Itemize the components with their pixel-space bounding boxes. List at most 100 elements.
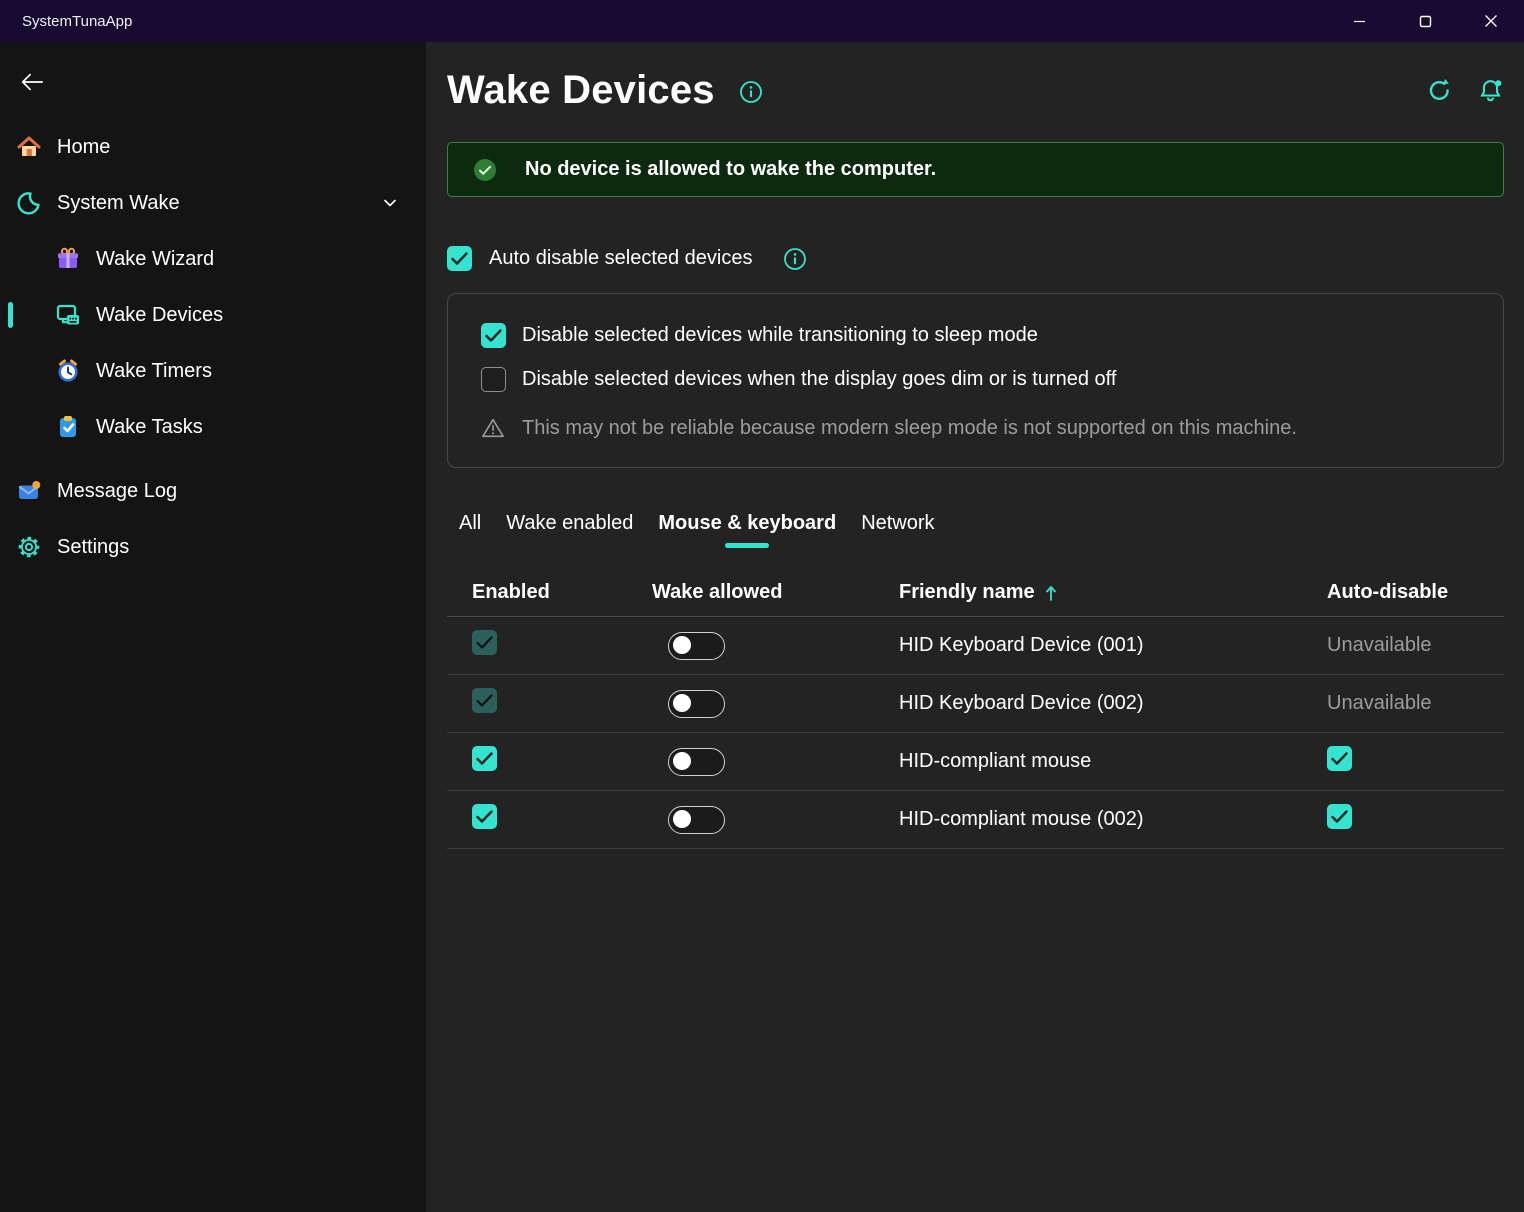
sidebar-item-wake-devices[interactable]: Wake Devices [4, 290, 422, 340]
table-row: HID Keyboard Device (002) Unavailable [447, 675, 1504, 733]
notifications-bell-icon[interactable] [1477, 77, 1504, 104]
page-info-icon[interactable] [739, 80, 763, 104]
sidebar-item-label: Home [57, 136, 110, 159]
option-label: Disable selected devices when the displa… [522, 368, 1116, 391]
device-name: HID-compliant mouse (002) [899, 808, 1327, 831]
table-row: HID Keyboard Device (001) Unavailable [447, 617, 1504, 675]
enabled-checkbox[interactable] [472, 688, 497, 713]
tab-wake-enabled[interactable]: Wake enabled [504, 508, 635, 551]
column-header-auto-disable[interactable]: Auto-disable [1327, 581, 1504, 604]
enabled-checkbox[interactable] [472, 804, 497, 829]
sidebar-item-label: Wake Tasks [96, 416, 203, 439]
sidebar-item-label: Settings [57, 536, 129, 559]
sort-ascending-icon [1043, 583, 1059, 603]
table-header: Enabled Wake allowed Friendly name Auto-… [447, 569, 1504, 617]
wake-allowed-toggle[interactable] [668, 806, 725, 834]
page-title: Wake Devices [447, 68, 715, 113]
auto-disable-checkbox[interactable] [1327, 746, 1352, 771]
table-row: HID-compliant mouse (002) [447, 791, 1504, 849]
page-header: Wake Devices [447, 62, 1504, 118]
warning-text: This may not be reliable because modern … [522, 417, 1297, 440]
auto-disable-checkbox[interactable] [447, 246, 472, 271]
gift-icon [55, 246, 81, 272]
device-name: HID Keyboard Device (002) [899, 692, 1327, 715]
alarm-clock-icon [55, 358, 81, 384]
close-icon [1484, 14, 1498, 28]
auto-disable-status: Unavailable [1327, 692, 1504, 715]
clipboard-check-icon [55, 414, 81, 440]
sidebar-item-home[interactable]: Home [4, 122, 422, 172]
sidebar-item-label: Wake Wizard [96, 248, 214, 271]
sidebar-item-wake-timers[interactable]: Wake Timers [4, 346, 422, 396]
mail-bell-icon [16, 478, 42, 504]
maximize-icon [1419, 15, 1432, 28]
tab-label: Mouse & keyboard [658, 512, 836, 534]
auto-disable-checkbox[interactable] [1327, 804, 1352, 829]
tab-label: All [459, 512, 481, 534]
sidebar-nav: Home System Wake [0, 122, 426, 572]
option-row-display-dim: Disable selected devices when the displa… [481, 367, 1470, 392]
status-banner: No device is allowed to wake the compute… [447, 142, 1504, 197]
window-controls [1326, 0, 1524, 42]
option-label: Disable selected devices while transitio… [522, 324, 1038, 347]
device-name: HID Keyboard Device (001) [899, 634, 1327, 657]
close-button[interactable] [1458, 0, 1524, 42]
option-row-sleep-mode: Disable selected devices while transitio… [481, 323, 1470, 348]
minimize-icon [1353, 15, 1366, 28]
auto-disable-status: Unavailable [1327, 634, 1504, 657]
header-actions [1426, 77, 1504, 104]
toggle-knob [673, 694, 691, 712]
wake-allowed-toggle[interactable] [668, 632, 725, 660]
column-header-friendly-name[interactable]: Friendly name [899, 581, 1327, 604]
device-name: HID-compliant mouse [899, 750, 1327, 773]
sleep-mode-checkbox[interactable] [481, 323, 506, 348]
moon-icon [16, 190, 42, 216]
toggle-knob [673, 810, 691, 828]
sidebar-item-message-log[interactable]: Message Log [4, 466, 422, 516]
home-icon [16, 134, 42, 160]
sidebar-item-label: Wake Timers [96, 360, 212, 383]
device-filter-tabs: All Wake enabled Mouse & keyboard Networ… [447, 508, 1504, 551]
devices-table: Enabled Wake allowed Friendly name Auto-… [447, 569, 1504, 849]
back-arrow-icon [19, 69, 45, 95]
banner-text: No device is allowed to wake the compute… [525, 158, 936, 181]
chevron-down-icon [380, 193, 400, 213]
column-header-enabled[interactable]: Enabled [472, 581, 652, 604]
auto-disable-row: Auto disable selected devices [447, 245, 1504, 271]
tab-network[interactable]: Network [859, 508, 936, 551]
success-check-icon [473, 158, 497, 182]
wake-allowed-toggle[interactable] [668, 748, 725, 776]
sidebar-item-system-wake[interactable]: System Wake [4, 178, 422, 228]
selected-indicator [8, 302, 13, 328]
display-dim-checkbox[interactable] [481, 367, 506, 392]
table-row: HID-compliant mouse [447, 733, 1504, 791]
enabled-checkbox[interactable] [472, 630, 497, 655]
auto-disable-label: Auto disable selected devices [489, 247, 753, 270]
tab-label: Wake enabled [506, 512, 633, 534]
tab-label: Network [861, 512, 934, 534]
sidebar-item-label: Wake Devices [96, 304, 223, 327]
enabled-checkbox[interactable] [472, 746, 497, 771]
wake-allowed-toggle[interactable] [668, 690, 725, 718]
toggle-knob [673, 752, 691, 770]
devices-icon [55, 302, 81, 328]
tab-mouse-keyboard[interactable]: Mouse & keyboard [656, 508, 838, 551]
refresh-icon[interactable] [1426, 77, 1453, 104]
sidebar-item-label: Message Log [57, 480, 177, 503]
sidebar-item-wake-wizard[interactable]: Wake Wizard [4, 234, 422, 284]
sidebar-item-wake-tasks[interactable]: Wake Tasks [4, 402, 422, 452]
tab-all[interactable]: All [457, 508, 483, 551]
column-header-wake-allowed[interactable]: Wake allowed [652, 581, 899, 604]
sidebar-item-label: System Wake [57, 192, 180, 215]
options-panel: Disable selected devices while transitio… [447, 293, 1504, 468]
sidebar-item-settings[interactable]: Settings [4, 522, 422, 572]
gear-icon [16, 534, 42, 560]
maximize-button[interactable] [1392, 0, 1458, 42]
titlebar: SystemTunaApp [0, 0, 1524, 42]
warning-triangle-icon [481, 416, 505, 440]
app-title: SystemTunaApp [0, 13, 132, 30]
minimize-button[interactable] [1326, 0, 1392, 42]
auto-disable-info-icon[interactable] [783, 247, 807, 271]
sidebar: Home System Wake [0, 42, 426, 1212]
back-button[interactable] [16, 66, 48, 98]
